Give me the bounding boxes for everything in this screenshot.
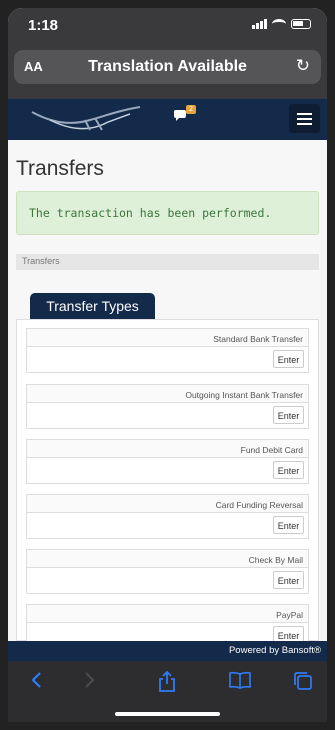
transfer-type-label: Check By Mail <box>26 549 309 568</box>
transfer-row: Fund Debit Card Enter <box>26 439 309 490</box>
breadcrumb: Transfers <box>16 254 319 270</box>
chat-icon[interactable] <box>173 110 187 122</box>
bookmarks-icon[interactable] <box>229 671 251 689</box>
safari-toolbar <box>8 661 327 722</box>
success-alert: The transaction has been performed. <box>16 191 319 235</box>
enter-button[interactable]: Enter <box>273 461 304 479</box>
transfer-row-action: Enter <box>26 458 309 484</box>
transfer-type-label: Outgoing Instant Bank Transfer <box>26 384 309 403</box>
transfer-type-label: Fund Debit Card <box>26 439 309 458</box>
battery-icon <box>291 19 311 29</box>
reload-icon[interactable]: ↻ <box>296 56 310 76</box>
back-icon[interactable] <box>30 671 42 689</box>
hamburger-menu-button[interactable] <box>289 104 320 133</box>
transfer-row-action: Enter <box>26 403 309 429</box>
transfer-row-action: Enter <box>26 623 309 641</box>
transfer-row: Standard Bank Transfer Enter <box>26 328 309 379</box>
enter-button[interactable]: Enter <box>273 406 304 424</box>
transfer-row-action: Enter <box>26 513 309 539</box>
alert-message: The transaction has been performed. <box>29 206 272 220</box>
share-icon[interactable] <box>158 671 176 693</box>
chat-badge: 2 <box>186 105 196 114</box>
status-time: 1:18 <box>28 17 59 34</box>
address-bar[interactable]: AA Translation Available ↻ <box>14 50 321 84</box>
page-title: Transfers <box>16 157 104 180</box>
status-icons <box>252 19 311 29</box>
phone-screen: 1:18 AA Translation Available ↻ 2 Transf… <box>8 8 327 722</box>
transfer-row-action: Enter <box>26 568 309 594</box>
home-indicator[interactable] <box>115 712 220 716</box>
logo-icon[interactable] <box>30 104 150 134</box>
translation-available-label[interactable]: Translation Available <box>14 58 321 76</box>
transfer-types-panel: Standard Bank Transfer Enter Outgoing In… <box>16 319 319 641</box>
enter-button[interactable]: Enter <box>273 516 304 534</box>
page-content: Transfers The transaction has been perfo… <box>8 140 327 641</box>
tab-transfer-types[interactable]: Transfer Types <box>30 293 155 319</box>
enter-button[interactable]: Enter <box>273 350 304 368</box>
transfer-row: PayPal Enter <box>26 604 309 641</box>
transfer-type-label: PayPal <box>26 604 309 623</box>
transfer-row-action: Enter <box>26 347 309 373</box>
browser-chrome: 1:18 AA Translation Available ↻ <box>8 8 327 99</box>
forward-icon[interactable] <box>84 671 96 689</box>
transfer-type-label: Card Funding Reversal <box>26 494 309 513</box>
transfer-row: Check By Mail Enter <box>26 549 309 600</box>
tabs-icon[interactable] <box>293 671 313 691</box>
signal-icon <box>252 19 267 29</box>
enter-button[interactable]: Enter <box>273 571 304 589</box>
transfer-type-label: Standard Bank Transfer <box>26 328 309 347</box>
transfer-row: Card Funding Reversal Enter <box>26 494 309 545</box>
site-header: 2 <box>8 99 327 140</box>
powered-by-label[interactable]: Powered by Bansoft® <box>229 645 321 656</box>
status-bar: 1:18 <box>8 8 327 40</box>
wifi-icon <box>272 19 286 29</box>
site-footer: Powered by Bansoft® <box>8 641 327 661</box>
breadcrumb-item[interactable]: Transfers <box>22 256 60 266</box>
transfer-row: Outgoing Instant Bank Transfer Enter <box>26 384 309 435</box>
enter-button[interactable]: Enter <box>273 626 304 641</box>
